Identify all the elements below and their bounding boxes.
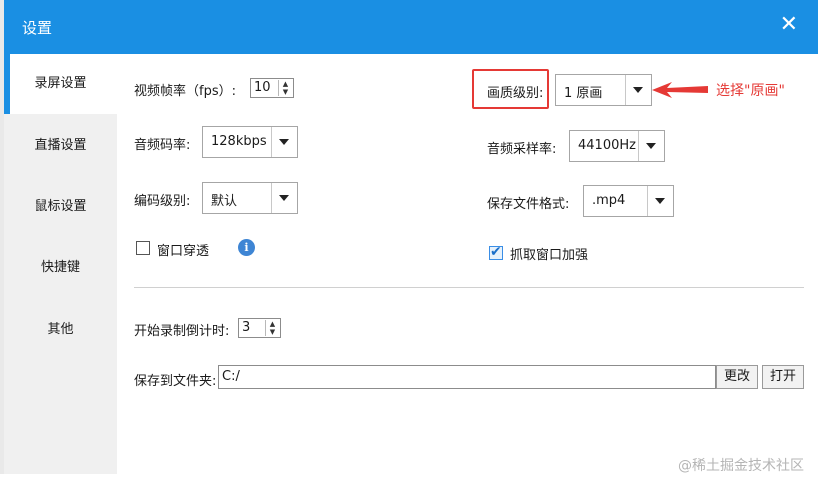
info-icon[interactable]: i — [238, 239, 255, 256]
spin-up-icon[interactable]: ▲ — [266, 320, 279, 328]
sidebar-item-label: 录屏设置 — [34, 76, 87, 91]
audio-bitrate-value: 128kbps — [211, 134, 267, 149]
section-divider — [134, 287, 804, 288]
capture-enhance-label: 抓取窗口加强 — [510, 248, 589, 263]
encoding-level-value: 默认 — [211, 194, 238, 209]
window-passthrough-label: 窗口穿透 — [157, 244, 210, 259]
settings-sidebar: 录屏设置 直播设置 鼠标设置 快捷键 其他 — [4, 54, 117, 474]
sidebar-item-other[interactable]: 其他 — [4, 300, 117, 360]
sidebar-item-hotkeys[interactable]: 快捷键 — [4, 238, 117, 298]
save-folder-label: 保存到文件夹: — [134, 374, 217, 389]
sample-rate-value: 44100Hz — [578, 138, 636, 153]
countdown-value: 3 — [242, 320, 251, 335]
fps-value: 10 — [254, 80, 271, 95]
sidebar-item-label: 直播设置 — [34, 138, 87, 153]
save-folder-value: C:/ — [222, 369, 240, 384]
quality-highlight-box — [472, 69, 549, 109]
annotation-arrow-icon — [652, 82, 708, 98]
annotation-note: 选择"原画" — [716, 83, 785, 99]
encoding-level-label: 编码级别: — [134, 194, 191, 209]
quality-select[interactable]: 1 原画 — [555, 74, 652, 106]
chevron-down-icon[interactable] — [647, 186, 673, 216]
settings-panel: 视频帧率（fps）: 10 ▲ ▼ 画质级别: 1 原画 选择"原画" 音频码率… — [117, 54, 818, 474]
fps-label: 视频帧率（fps）: — [134, 84, 236, 99]
sidebar-item-label: 其他 — [47, 322, 74, 337]
chevron-down-icon[interactable] — [271, 127, 297, 157]
file-format-value: .mp4 — [592, 193, 626, 208]
window-passthrough-checkbox[interactable] — [136, 241, 150, 255]
audio-bitrate-label: 音频码率: — [134, 138, 191, 153]
save-folder-input[interactable]: C:/ — [218, 365, 716, 389]
sidebar-item-label: 快捷键 — [40, 260, 80, 275]
spin-up-icon[interactable]: ▲ — [279, 80, 292, 88]
spin-down-icon[interactable]: ▼ — [266, 328, 279, 336]
checkmark-icon: ✔ — [490, 244, 502, 260]
capture-enhance-checkbox[interactable]: ✔ — [489, 244, 503, 260]
window-bottom-edge — [0, 474, 818, 491]
title-bar: 设置 ✕ — [4, 0, 818, 54]
active-indicator — [4, 54, 10, 114]
encoding-level-select[interactable]: 默认 — [202, 182, 298, 214]
chevron-down-icon[interactable] — [638, 131, 664, 161]
spin-down-icon[interactable]: ▼ — [279, 88, 292, 96]
countdown-label: 开始录制倒计时: — [134, 324, 230, 339]
fps-stepper[interactable]: 10 ▲ ▼ — [250, 78, 294, 98]
audio-bitrate-select[interactable]: 128kbps — [202, 126, 298, 158]
quality-value: 1 原画 — [564, 86, 603, 101]
chevron-down-icon[interactable] — [625, 75, 651, 105]
sample-rate-select[interactable]: 44100Hz — [569, 130, 665, 162]
file-format-select[interactable]: .mp4 — [583, 185, 674, 217]
sidebar-item-label: 鼠标设置 — [34, 199, 87, 214]
close-icon[interactable]: ✕ — [780, 14, 798, 36]
file-format-label: 保存文件格式: — [487, 197, 570, 212]
window-title: 设置 — [22, 19, 53, 37]
countdown-stepper-arrows: ▲ ▼ — [265, 320, 279, 336]
chevron-down-icon[interactable] — [271, 183, 297, 213]
fps-stepper-arrows: ▲ ▼ — [278, 80, 292, 96]
sidebar-item-live[interactable]: 直播设置 — [4, 116, 117, 176]
sample-rate-label: 音频采样率: — [487, 142, 557, 157]
sidebar-item-recording[interactable]: 录屏设置 — [4, 54, 117, 114]
sidebar-item-mouse[interactable]: 鼠标设置 — [4, 177, 117, 237]
open-folder-button[interactable]: 打开 — [762, 365, 804, 389]
watermark: @稀土掘金技术社区 — [678, 458, 804, 474]
change-folder-button[interactable]: 更改 — [716, 365, 758, 389]
countdown-stepper[interactable]: 3 ▲ ▼ — [238, 318, 281, 338]
